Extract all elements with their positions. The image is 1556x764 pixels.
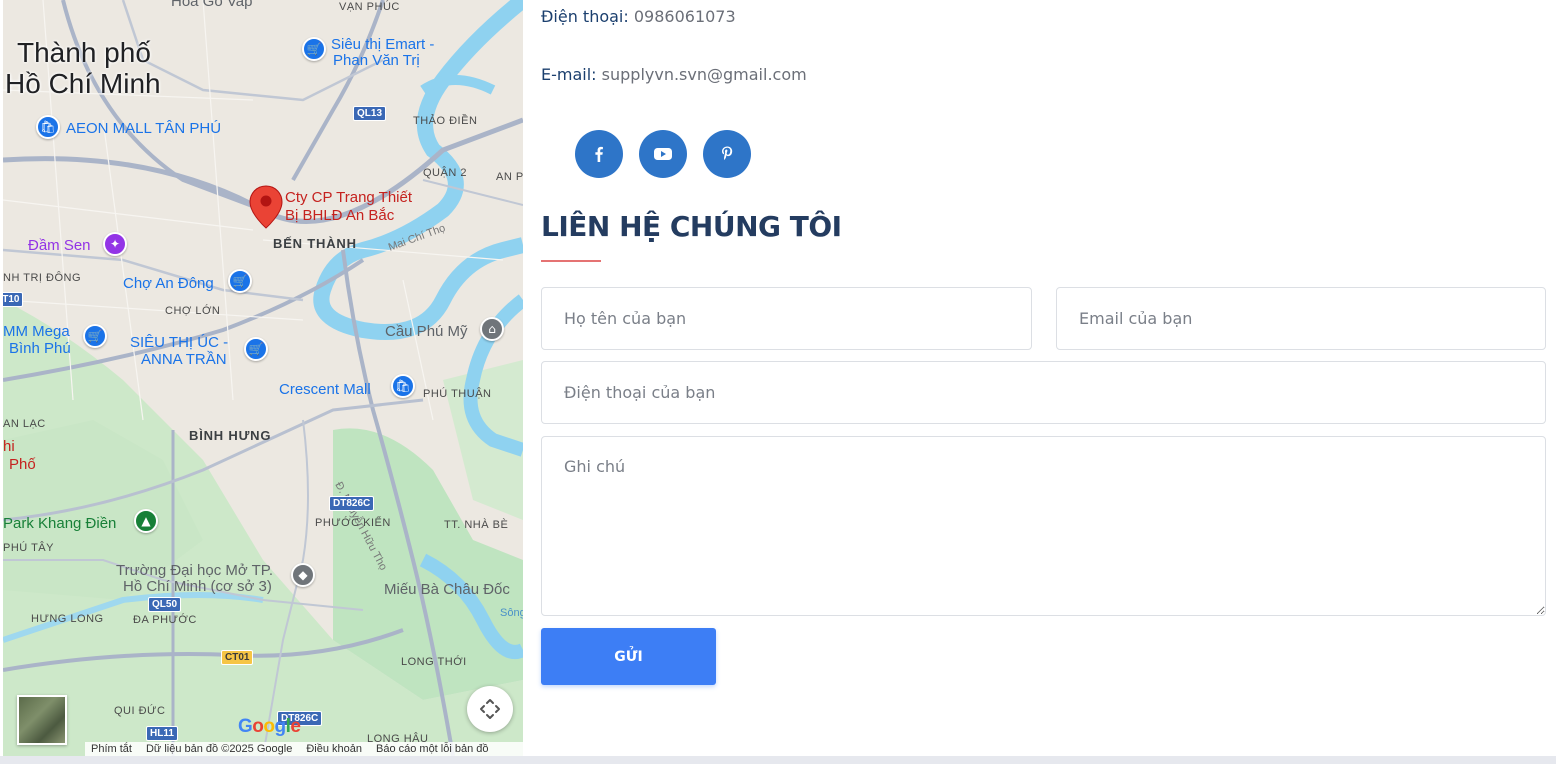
map-label: Phan Văn Trị	[333, 52, 420, 69]
map-data-text: Dữ liệu bản đồ ©2025 Google	[145, 743, 293, 755]
youtube-button[interactable]	[639, 130, 687, 178]
youtube-icon	[654, 148, 672, 160]
road-shield: DT826C	[329, 496, 375, 511]
map-label: ĐA PHƯỚC	[133, 614, 197, 626]
pinterest-button[interactable]	[703, 130, 751, 178]
map-label: AN LẠC	[3, 418, 46, 430]
shopping-cart-icon[interactable]: 🛒	[228, 269, 252, 293]
map-label: Crescent Mall	[279, 381, 371, 398]
satellite-toggle[interactable]	[17, 695, 67, 745]
road-shield: CT01	[221, 650, 254, 665]
map-label: Park Khang Điền	[3, 515, 117, 532]
email-label: E-mail:	[541, 65, 597, 84]
google-logo: Google	[238, 716, 301, 737]
map-label: PHÚ THUẬN	[423, 388, 492, 400]
title-underline	[541, 260, 601, 262]
pinterest-icon	[722, 146, 733, 160]
map-label: SIÊU THỊ ÚC -	[130, 334, 229, 351]
shortcuts-link[interactable]: Phím tắt	[91, 743, 132, 755]
map-label: PHƯỚC KIỂN	[315, 517, 391, 529]
map-label: NH TRỊ ĐÔNG	[3, 272, 82, 284]
map-label: Miếu Bà Châu Đốc	[384, 581, 510, 598]
shopping-cart-icon[interactable]: 🛒	[302, 37, 326, 61]
map-base	[3, 0, 523, 756]
map-label: Bình Phú	[9, 340, 71, 357]
map-label: Hoa Go Vap	[171, 0, 253, 10]
shopping-bag-icon[interactable]: 🛍	[391, 374, 415, 398]
facebook-icon	[595, 146, 603, 162]
map-label: THẢO ĐIỀN	[413, 115, 478, 127]
map-label: Sông	[500, 607, 523, 619]
map-label: TT. NHÀ BÈ	[444, 519, 509, 531]
map-label: MM Mega	[3, 323, 70, 340]
map-label: Đầm Sen	[28, 237, 91, 254]
phone-field[interactable]	[541, 361, 1546, 424]
bridge-icon[interactable]: ⌂	[480, 317, 504, 341]
map-label: Hồ Chí Minh (cơ sở 3)	[123, 578, 272, 595]
section-title: LIÊN HỆ CHÚNG TÔI	[541, 210, 842, 243]
email-line: E-mail: supplyvn.svn@gmail.com	[541, 65, 807, 84]
city-label: Thành phố	[17, 37, 151, 68]
map-label: HƯNG LONG	[31, 613, 104, 625]
city-label: Hồ Chí Minh	[5, 68, 161, 99]
report-link[interactable]: Báo cáo một lỗi bản đồ	[376, 743, 489, 755]
page: 🛒 🛍 ✦ 🛒 🛒 🛒 🛍 ⌂ ▲ ◆ Hoa Go Vap VẠN PHÚC …	[0, 0, 1556, 756]
map-label: BẾN THÀNH	[273, 236, 357, 251]
map-label: CHỢ LỚN	[165, 305, 221, 317]
company-label: Cty CP Trang Thiết	[285, 189, 413, 206]
map-label: Siêu thị Emart -	[331, 36, 435, 53]
submit-button[interactable]: GỬI	[541, 628, 716, 685]
map-label: Trường Đại học Mở TP.	[116, 562, 273, 579]
google-map[interactable]: 🛒 🛍 ✦ 🛒 🛒 🛒 🛍 ⌂ ▲ ◆ Hoa Go Vap VẠN PHÚC …	[3, 0, 523, 756]
note-field[interactable]	[541, 436, 1546, 616]
map-label: AEON MALL TÂN PHÚ	[66, 120, 222, 137]
map-label: QUI ĐỨC	[114, 705, 166, 717]
map-label: LONG THỚI	[401, 656, 467, 668]
fullscreen-icon	[480, 699, 500, 719]
company-label: Bị BHLĐ An Bắc	[285, 207, 395, 224]
map-label: ANNA TRẦN	[141, 351, 227, 368]
map-label: PHÚ TÂY	[3, 542, 54, 554]
road-shield: DT10	[3, 292, 24, 307]
road-shield: HL11	[146, 726, 178, 741]
shopping-bag-icon[interactable]: 🛍	[36, 115, 60, 139]
email-field[interactable]	[1056, 287, 1546, 350]
terms-link[interactable]: Điều khoản	[306, 743, 362, 755]
social-links	[575, 130, 751, 178]
road-shield: QL50	[148, 597, 182, 612]
map-label: QUẬN 2	[423, 167, 467, 179]
shopping-cart-icon[interactable]: 🛒	[83, 324, 107, 348]
map-label: BÌNH HƯNG	[189, 428, 272, 443]
graduation-cap-icon[interactable]: ◆	[291, 563, 315, 587]
shopping-cart-icon[interactable]: 🛒	[244, 337, 268, 361]
amusement-park-icon[interactable]: ✦	[103, 232, 127, 256]
email-value[interactable]: supplyvn.svn@gmail.com	[602, 65, 807, 84]
map-footer: Phím tắt Dữ liệu bản đồ ©2025 Google Điề…	[85, 742, 523, 756]
location-pin-icon[interactable]	[248, 184, 284, 230]
facebook-button[interactable]	[575, 130, 623, 178]
map-label: AN PH	[496, 171, 523, 183]
phone-label: Điện thoại:	[541, 7, 629, 26]
park-icon[interactable]: ▲	[134, 509, 158, 533]
phone-line: Điện thoại: 0986061073	[541, 7, 736, 26]
map-label: Phố	[9, 456, 36, 473]
name-field[interactable]	[541, 287, 1032, 350]
map-label: Chợ An Đông	[123, 275, 214, 292]
fullscreen-button[interactable]	[467, 686, 513, 732]
phone-value[interactable]: 0986061073	[634, 7, 736, 26]
road-shield: QL13	[353, 106, 387, 121]
map-label: Cầu Phú Mỹ	[385, 323, 468, 340]
map-label: VẠN PHÚC	[339, 1, 400, 13]
map-label: hi	[3, 438, 15, 455]
